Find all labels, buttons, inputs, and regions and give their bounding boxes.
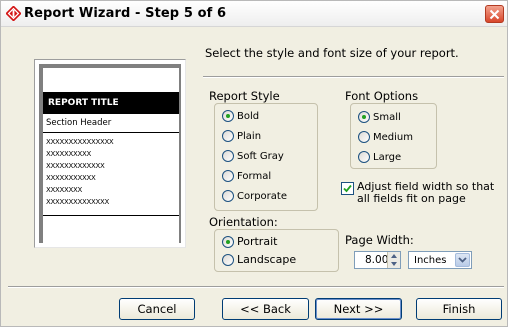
back-button[interactable]: << Back [222, 298, 309, 320]
radio-label: Landscape [237, 253, 297, 266]
adjust-width-checkbox[interactable] [341, 182, 354, 195]
next-button[interactable]: Next >> [315, 298, 402, 320]
style-plain-radio[interactable]: Plain [222, 130, 261, 142]
page-width-spinner[interactable]: 8.00 [354, 251, 401, 269]
cancel-label: Cancel [137, 302, 177, 316]
preview-divider [43, 215, 179, 216]
radio-label: Small [373, 111, 401, 123]
radio-icon [358, 131, 370, 143]
page-width-label: Page Width: [345, 233, 414, 247]
radio-label: Bold [237, 110, 260, 122]
font-medium-radio[interactable]: Medium [358, 131, 413, 143]
radio-label: Formal [237, 170, 272, 182]
page-width-value[interactable]: 8.00 [365, 254, 388, 266]
style-soft-gray-radio[interactable]: Soft Gray [222, 150, 284, 162]
radio-label: Portrait [237, 235, 278, 248]
font-large-radio[interactable]: Large [358, 151, 401, 163]
finish-button[interactable]: Finish [416, 298, 502, 320]
preview-section-header: Section Header [46, 118, 112, 128]
style-corporate-radio[interactable]: Corporate [222, 190, 287, 202]
title-bar[interactable]: Report Wizard - Step 5 of 6 [1, 1, 507, 27]
radio-label: Corporate [237, 190, 287, 202]
preview-row: XXXXXXXXXX [46, 150, 91, 158]
report-style-label: Report Style [209, 89, 280, 103]
preview-report-title: REPORT TITLE [43, 92, 179, 114]
radio-selected-icon [358, 111, 370, 123]
radio-icon [222, 170, 234, 182]
radio-label: Large [373, 151, 402, 163]
style-bold-radio[interactable]: Bold [222, 110, 259, 122]
spin-up-icon[interactable] [388, 252, 400, 260]
window-title: Report Wizard - Step 5 of 6 [24, 6, 227, 21]
back-label: << Back [240, 302, 291, 316]
page-width-unit-select[interactable]: Inches [408, 251, 472, 269]
preview-row: XXXXXXXX [46, 186, 82, 194]
font-options-label: Font Options [345, 89, 419, 103]
bottom-separator [8, 286, 504, 288]
report-wizard-window: Report Wizard - Step 5 of 6 REPORT TITLE… [0, 0, 508, 327]
cancel-button[interactable]: Cancel [119, 298, 195, 320]
preview-page: REPORT TITLE Section Header XXXXXXXXXXXX… [43, 68, 179, 243]
font-small-radio[interactable]: Small [358, 111, 401, 123]
finish-label: Finish [442, 302, 476, 316]
spinner-buttons[interactable] [387, 252, 400, 268]
preview-divider [43, 132, 179, 133]
orientation-label: Orientation: [209, 215, 278, 229]
unit-value: Inches [414, 255, 447, 266]
close-icon [489, 9, 500, 19]
radio-label: Soft Gray [237, 150, 284, 162]
close-button[interactable] [485, 5, 504, 23]
checkmark-icon [343, 184, 352, 193]
radio-icon [222, 150, 234, 162]
spin-down-icon[interactable] [388, 260, 400, 268]
radio-label: Plain [237, 130, 262, 142]
dropdown-arrow-button[interactable] [455, 253, 470, 267]
preview-row: XXXXXXXXXXXXXX [46, 198, 109, 206]
preview-row: XXXXXXXXXXXXX [46, 162, 105, 170]
radio-icon [222, 190, 234, 202]
adjust-width-label[interactable]: Adjust field width so that all fields fi… [357, 181, 507, 205]
style-preview: REPORT TITLE Section Header XXXXXXXXXXXX… [34, 59, 186, 248]
preview-row: XXXXXXXXXXXXXXX [46, 138, 114, 146]
radio-label: Medium [373, 131, 413, 143]
chevron-down-icon [458, 257, 467, 263]
style-formal-radio[interactable]: Formal [222, 170, 271, 182]
top-separator [203, 76, 504, 78]
instruction-text: Select the style and font size of your r… [205, 46, 459, 60]
orientation-portrait-radio[interactable]: Portrait [222, 235, 277, 248]
radio-icon [222, 130, 234, 142]
radio-icon [222, 253, 234, 266]
radio-selected-icon [222, 235, 234, 248]
wizard-diamond-icon [6, 6, 21, 21]
radio-icon [358, 151, 370, 163]
radio-selected-icon [222, 110, 234, 122]
orientation-landscape-radio[interactable]: Landscape [222, 253, 296, 266]
preview-row: XXXXXXXXXXX [46, 174, 96, 182]
next-label: Next >> [333, 302, 384, 316]
